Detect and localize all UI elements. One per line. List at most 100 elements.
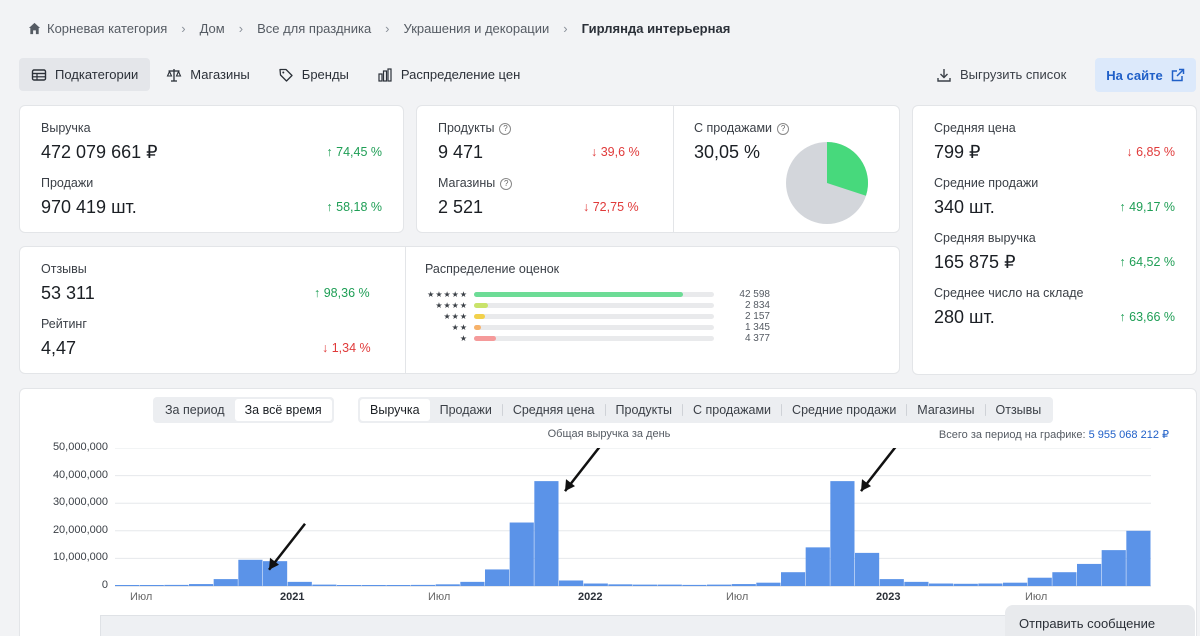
revenue-bar xyxy=(855,552,880,586)
reviews-label: Отзывы xyxy=(41,262,87,276)
metric-tab[interactable]: Средняя цена xyxy=(503,399,605,421)
tab-label: Подкатегории xyxy=(55,67,139,82)
rating-count: 1 345 xyxy=(744,322,770,333)
revenue-area-chart xyxy=(115,448,1151,587)
reviews-value: 53 311 xyxy=(41,283,95,303)
tab-label: Распределение цен xyxy=(400,67,521,82)
revenue-bar xyxy=(386,585,411,586)
stars-label: ★★★ xyxy=(443,312,468,321)
send-message-button[interactable]: Отправить сообщение xyxy=(1005,605,1195,636)
tab-price-distribution[interactable]: Распределение цен xyxy=(365,58,532,91)
revenue-bar xyxy=(1126,530,1151,586)
revenue-bar xyxy=(682,584,707,586)
with-sales-value: 30,05 % xyxy=(694,142,761,162)
tab-brands[interactable]: Бренды xyxy=(266,58,361,91)
revenue-bar xyxy=(879,579,904,586)
rating-bar xyxy=(474,336,714,341)
reviews-card: Отзывы 53 311 ↑ 98,36 % Рейтинг 4,47 ↓ 1… xyxy=(19,246,900,374)
divider xyxy=(673,106,674,232)
rating-change: ↓ 1,34 % xyxy=(322,341,371,355)
tab-subcategories[interactable]: Подкатегории xyxy=(19,58,151,91)
revenue-change: ↑ 74,45 % xyxy=(326,145,382,159)
products-value: 9 471 xyxy=(438,142,484,162)
revenue-bar xyxy=(756,582,781,586)
breadcrumb-holiday[interactable]: Все для праздника xyxy=(257,21,371,36)
revenue-bar xyxy=(707,584,732,586)
chevron-right-icon: › xyxy=(385,21,390,36)
scales-icon xyxy=(166,68,182,82)
revenue-bar xyxy=(583,583,608,586)
avg-sales-change: ↑ 49,17 % xyxy=(1119,200,1175,214)
metric-tab[interactable]: Магазины xyxy=(907,399,984,421)
arrow-up-icon: ↑ xyxy=(326,200,337,214)
help-icon[interactable]: ? xyxy=(500,178,513,190)
metric-tab[interactable]: Продукты xyxy=(606,399,682,421)
metric-tab[interactable]: Продажи xyxy=(430,399,502,421)
revenue-bar xyxy=(509,522,534,586)
revenue-bar xyxy=(115,585,140,586)
metric-tab[interactable]: С продажами xyxy=(683,399,781,421)
rating-bar-fill xyxy=(474,303,488,308)
metric-tab[interactable]: Выручка xyxy=(360,399,430,421)
shops-value: 2 521 xyxy=(438,197,484,217)
period-range-button[interactable]: За период xyxy=(155,399,235,421)
with-sales-pie-chart xyxy=(786,142,868,224)
metric-tab[interactable]: Средние продажи xyxy=(782,399,906,421)
revenue-bar xyxy=(337,585,362,586)
revenue-bar xyxy=(731,584,756,586)
tab-shops[interactable]: Магазины xyxy=(154,58,262,91)
x-tick-label: Июл xyxy=(1025,591,1048,603)
arrow-up-icon: ↑ xyxy=(1119,310,1130,324)
y-tick-label: 10,000,000 xyxy=(52,551,108,564)
rating-bar-fill xyxy=(474,314,485,319)
metric-toggle: Выручка Продажи Средняя цена Продукты С прод… xyxy=(358,397,1054,423)
chart-total: Всего за период на графике: 5 955 068 21… xyxy=(938,429,1169,441)
arrow-down-icon: ↓ xyxy=(322,341,332,355)
rating-bar xyxy=(474,325,714,330)
avg-sales-label: Средние продажи xyxy=(934,176,1039,190)
metric-tab[interactable]: Отзывы xyxy=(986,399,1052,421)
tab-label: Магазины xyxy=(190,67,250,82)
home-icon[interactable] xyxy=(28,22,41,35)
arrow-up-icon: ↑ xyxy=(314,286,324,300)
revenue-bar xyxy=(287,581,312,586)
external-link-icon xyxy=(1171,68,1184,82)
revenue-bar xyxy=(929,583,954,586)
period-all-time-button[interactable]: За всё время xyxy=(234,399,332,421)
avg-stock-value: 280 шт. xyxy=(934,307,995,327)
shops-label: Магазины? xyxy=(438,176,513,190)
avg-stock-label: Среднее число на складе xyxy=(934,286,1084,300)
breadcrumb-decorations[interactable]: Украшения и декорации xyxy=(404,21,550,36)
avg-revenue-change: ↑ 64,52 % xyxy=(1119,255,1175,269)
products-change: ↓ 39,6 % xyxy=(591,145,640,159)
arrow-down-icon: ↓ xyxy=(591,145,601,159)
download-icon xyxy=(937,68,951,82)
on-site-button[interactable]: На сайте xyxy=(1095,58,1196,92)
rating-label: Рейтинг xyxy=(41,317,87,331)
chevron-right-icon: › xyxy=(181,21,186,36)
revenue-bar xyxy=(1003,582,1028,586)
products-label: Продукты? xyxy=(438,121,512,135)
x-tick-label: Июл xyxy=(428,591,451,603)
breadcrumb-root[interactable]: Корневая категория xyxy=(47,21,167,36)
export-list-button[interactable]: Выгрузить список xyxy=(936,58,1066,91)
breadcrumb: Корневая категория › Дом › Все для празд… xyxy=(28,21,730,36)
rating-bar xyxy=(474,314,714,319)
avg-stock-change: ↑ 63,66 % xyxy=(1119,310,1175,324)
help-icon[interactable]: ? xyxy=(499,123,512,135)
rating-count: 2 834 xyxy=(744,300,770,311)
x-tick-label: Июл xyxy=(130,591,153,603)
y-tick-label: 40,000,000 xyxy=(52,468,108,481)
rating-bar xyxy=(474,303,714,308)
sales-value: 970 419 шт. xyxy=(41,197,137,217)
breadcrumb-home[interactable]: Дом xyxy=(200,21,225,36)
chart-navigator[interactable] xyxy=(100,615,1160,636)
revenue-bar xyxy=(1052,572,1077,586)
rating-count: 4 377 xyxy=(744,333,770,344)
rating-bar-fill xyxy=(474,292,683,297)
rating-count: 2 157 xyxy=(744,311,770,322)
rating-row: ★★ 1 345 xyxy=(426,322,770,333)
help-icon[interactable]: ? xyxy=(777,123,790,135)
revenue-bar xyxy=(361,585,386,586)
sales-change: ↑ 58,18 % xyxy=(326,200,382,214)
